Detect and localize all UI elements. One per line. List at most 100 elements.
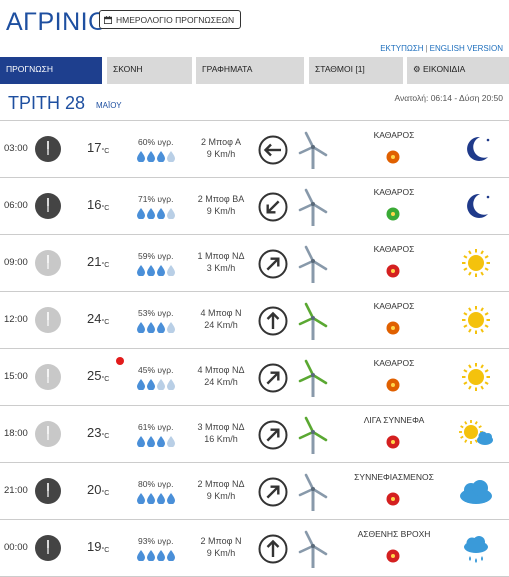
cloud-icon: [460, 480, 492, 504]
wind-speed: 24 Km/h: [204, 377, 238, 387]
humidity-drop-icon: [167, 322, 175, 333]
humidity-drop-icon: [157, 151, 165, 162]
temperature-unit: °C: [101, 319, 110, 326]
row-humidity: 53% υγρ.: [138, 308, 174, 318]
humidity-drops: [137, 151, 175, 162]
row-humidity: 93% υγρ.: [138, 536, 174, 546]
calendar-button-label: ΗΜΕΡΟΛΟΓΙΟ ΠΡΟΓΝΩΣΕΩΝ: [116, 14, 235, 25]
row-temperature: 23°C: [87, 425, 109, 440]
humidity-drop-icon: [147, 265, 155, 276]
tab-charts[interactable]: ΓΡΑΦΗΜΑΤΑ: [196, 57, 304, 84]
gear-icon: ⚙: [413, 64, 421, 74]
row-temperature: 20°C: [87, 482, 109, 497]
row-temperature: 25°C: [87, 368, 109, 383]
forecast-calendar-button[interactable]: ΗΜΕΡΟΛΟΓΙΟ ΠΡΟΓΝΩΣΕΩΝ: [99, 10, 242, 29]
tab-stations[interactable]: ΣΤΑΘΜΟΙ [1]: [309, 57, 403, 84]
humidity-drop-icon: [167, 265, 175, 276]
forecast-row: 21:00 20°C 80% υγρ. 2 Μποφ ΝΔ 9 Km/h ΣΥΝΝΕΦΙΑ…: [0, 462, 509, 519]
uv-red-icon: [386, 549, 400, 563]
humidity-drop-icon: [167, 550, 175, 561]
sunrise-sunset: Ανατολή: 06:14 - Δύση 20:50: [394, 93, 503, 103]
row-humidity: 59% υγρ.: [138, 251, 174, 261]
humidity-drop-icon: [137, 151, 145, 162]
tab-forecast[interactable]: ΠΡΟΓΝΩΣΗ: [0, 57, 102, 84]
humidity-drop-icon: [157, 436, 165, 447]
humidity-drop-icon: [157, 493, 165, 504]
row-wind: 4 Μποφ Ν 24 Km/h: [190, 307, 252, 331]
arrow-up-right-icon: [258, 363, 288, 393]
humidity-drops: [137, 379, 175, 390]
turbine-gray-icon: [298, 530, 328, 568]
uv-orange-icon: [386, 150, 400, 164]
humidity-drops: [137, 265, 175, 276]
row-humidity: 60% υγρ.: [138, 137, 174, 147]
humidity-drop-icon: [167, 436, 175, 447]
turbine-gray-icon: [298, 245, 328, 283]
row-humidity: 45% υγρ.: [138, 365, 174, 375]
humidity-drop-icon: [147, 322, 155, 333]
wind-speed: 9 Km/h: [206, 491, 236, 501]
humidity-drop-icon: [167, 151, 175, 162]
temperature-value: 19: [87, 539, 102, 554]
sun-icon: [462, 363, 490, 391]
row-wind: 3 Μποφ ΝΔ 16 Km/h: [190, 421, 252, 445]
moon-icon: [467, 136, 490, 161]
wind-speed: 9 Km/h: [206, 548, 236, 558]
tab-dust[interactable]: ΣΚΟΝΗ: [107, 57, 192, 84]
english-version-link[interactable]: ENGLISH VERSION: [430, 44, 503, 53]
row-wind: 2 Μποφ Α 9 Km/h: [190, 136, 252, 160]
humidity-drops: [137, 436, 175, 447]
humidity-drop-icon: [137, 493, 145, 504]
temperature-value: 16: [87, 197, 102, 212]
row-condition: ΚΑΘΑΡΟΣ: [373, 187, 415, 197]
row-time: 15:00: [4, 371, 28, 382]
rain-icon: [464, 536, 488, 563]
temperature-value: 17: [87, 140, 102, 155]
wind-speed: 3 Km/h: [206, 263, 236, 273]
print-link[interactable]: ΕΚΤΥΠΩΣΗ: [380, 44, 423, 53]
row-time: 21:00: [4, 485, 28, 496]
forecast-row: 09:00 21°C 59% υγρ. 1 Μποφ ΝΔ 3 Km/h ΚΑΘΑΡΟΣ: [0, 234, 509, 291]
forecast-row: 12:00 24°C 53% υγρ. 4 Μποφ Ν 24 Km/h ΚΑΘΑΡΟΣ: [0, 291, 509, 348]
wind-force: 2 Μποφ Α: [201, 137, 241, 147]
temperature-unit: °C: [101, 490, 110, 497]
row-condition: ΑΣΘΕΝΗΣ ΒΡΟΧΗ: [357, 529, 431, 539]
humidity-drop-icon: [157, 265, 165, 276]
temperature-value: 20: [87, 482, 102, 497]
uv-red-icon: [386, 435, 400, 449]
turbine-gray-icon: [298, 131, 328, 169]
humidity-drop-icon: [147, 550, 155, 561]
wind-speed: 24 Km/h: [204, 320, 238, 330]
humidity-drop-icon: [147, 208, 155, 219]
forecast-row: 18:00 23°C 61% υγρ. 3 Μποφ ΝΔ 16 Km/h ΛΙΓΑ ΣΥ…: [0, 405, 509, 462]
row-wind: 2 Μποφ Ν 9 Km/h: [190, 535, 252, 559]
uv-orange-icon: [386, 378, 400, 392]
humidity-drop-icon: [147, 379, 155, 390]
row-condition: ΣΥΝΝΕΦΙΑΣΜΕΝΟΣ: [354, 472, 434, 482]
arrow-up-icon: [258, 306, 288, 336]
wind-force: 2 Μποφ ΝΔ: [197, 479, 245, 489]
row-temperature: 19°C: [87, 539, 109, 554]
row-wind: 2 Μποφ ΝΔ 9 Km/h: [190, 478, 252, 502]
wind-force: 4 Μποφ Ν: [200, 308, 242, 318]
top-links: ΕΚΤΥΠΩΣΗ | ENGLISH VERSION: [380, 44, 503, 53]
temperature-value: 23: [87, 425, 102, 440]
sun-cloud-icon: [459, 420, 493, 445]
sun-icon: [462, 306, 490, 334]
tab-icons[interactable]: ⚙ ΕΙΚΟΝΙΔΙΑ: [407, 57, 509, 84]
uv-red-icon: [386, 264, 400, 278]
arrow-left-icon: [258, 135, 288, 165]
temperature-unit: °C: [101, 205, 110, 212]
clock-icon: [35, 364, 61, 390]
humidity-drop-icon: [137, 436, 145, 447]
clock-icon: [35, 478, 61, 504]
humidity-drops: [137, 322, 175, 333]
row-condition: ΛΙΓΑ ΣΥΝΝΕΦΑ: [363, 415, 425, 425]
temperature-unit: °C: [101, 376, 110, 383]
wind-force: 2 Μποφ ΒΑ: [197, 194, 245, 204]
turbine-gray-icon: [298, 188, 328, 226]
wind-speed: 9 Km/h: [206, 206, 236, 216]
row-humidity: 80% υγρ.: [138, 479, 174, 489]
humidity-drop-icon: [137, 550, 145, 561]
arrow-up-right-icon: [258, 249, 288, 279]
